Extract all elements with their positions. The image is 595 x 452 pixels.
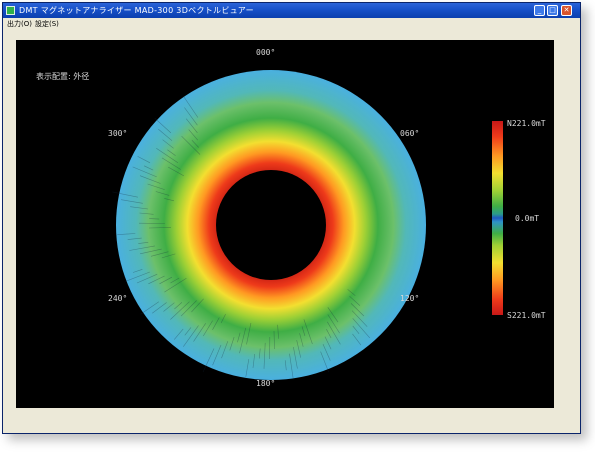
minimize-button[interactable]: _ xyxy=(534,5,545,16)
title-bar[interactable]: DMT マグネットアナライザー MAD-300 3Dベクトルビュアー _ □ ✕ xyxy=(3,3,580,18)
color-scale-bar xyxy=(492,121,503,315)
menu-output[interactable]: 出力(O) xyxy=(7,18,32,30)
scale-max-label: N221.0mT xyxy=(507,119,546,128)
display-mode-label: 表示配置: 外径 xyxy=(36,72,90,81)
app-window: DMT マグネットアナライザー MAD-300 3Dベクトルビュアー _ □ ✕… xyxy=(2,2,581,434)
angle-label-180: 180° xyxy=(256,379,276,388)
maximize-button[interactable]: □ xyxy=(547,5,558,16)
menu-settings[interactable]: 設定(S) xyxy=(35,18,59,30)
angle-label-0: 000° xyxy=(256,48,276,57)
field-inner-hole xyxy=(216,170,326,280)
angle-label-120: 120° xyxy=(400,294,420,303)
app-icon xyxy=(6,6,15,15)
angle-label-300: 300° xyxy=(108,129,128,138)
magnetic-field-ring xyxy=(112,70,426,380)
scale-min-label: S221.0mT xyxy=(507,311,546,320)
menu-bar: 出力(O) 設定(S) xyxy=(3,18,580,30)
angle-label-240: 240° xyxy=(108,294,128,303)
angle-label-60: 060° xyxy=(400,129,420,138)
close-button[interactable]: ✕ xyxy=(561,5,572,16)
vector-viewer[interactable]: 表示配置: 外径 000° 060° 120° 180° 240° 300° N… xyxy=(16,40,554,408)
window-title: DMT マグネットアナライザー MAD-300 3Dベクトルビュアー xyxy=(19,6,254,15)
scale-mid-label: 0.0mT xyxy=(515,214,540,223)
